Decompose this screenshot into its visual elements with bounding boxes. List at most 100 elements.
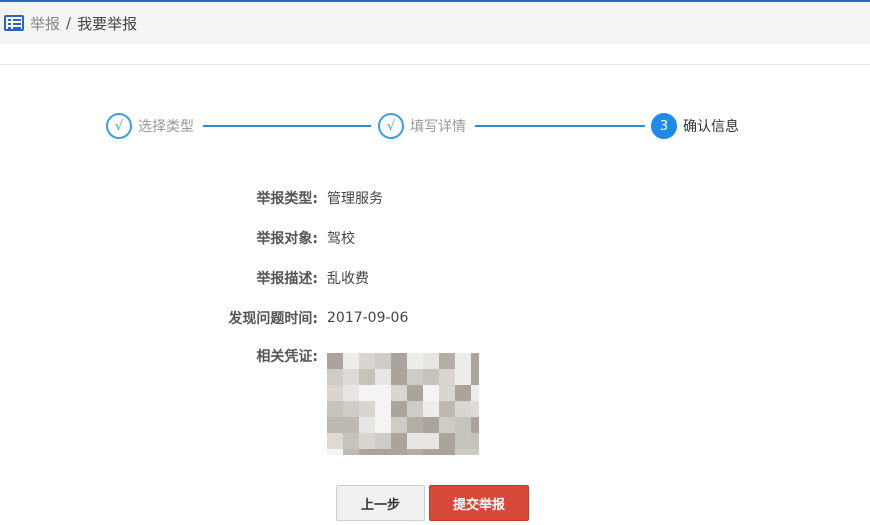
evidence-pixel: [407, 433, 423, 449]
evidence-pixel: [343, 449, 359, 455]
step-3-label: 确认信息: [683, 119, 739, 135]
step-2: √ 填写详情: [378, 112, 466, 140]
evidence-pixel: [327, 449, 343, 455]
step-3: 3 确认信息: [651, 112, 739, 140]
evidence-pixel: [471, 369, 479, 385]
detail-row-date: 发现问题时间: 2017-09-06: [0, 298, 870, 338]
breadcrumb-separator: /: [66, 14, 72, 32]
evidence-pixel: [423, 449, 439, 455]
evidence-pixel: [327, 369, 343, 385]
evidence-pixel: [359, 369, 375, 385]
breadcrumb-link[interactable]: 举报: [30, 13, 60, 34]
submit-report-button[interactable]: 提交举报: [429, 485, 529, 521]
evidence-pixel: [439, 369, 455, 385]
evidence-pixel: [423, 433, 439, 449]
evidence-pixel: [439, 401, 455, 417]
step-1: √ 选择类型: [106, 112, 194, 140]
prev-step-button[interactable]: 上一步: [336, 485, 425, 521]
evidence-pixel: [359, 401, 375, 417]
check-icon: √: [378, 113, 404, 139]
step-connector-2: [475, 125, 645, 127]
step-1-label: 选择类型: [138, 119, 194, 135]
type-label: 举报类型:: [256, 191, 318, 207]
list-icon: [4, 15, 24, 31]
evidence-pixel: [439, 433, 455, 449]
evidence-pixel: [343, 401, 359, 417]
evidence-pixel: [327, 353, 343, 369]
date-label: 发现问题时间:: [228, 311, 318, 327]
evidence-pixel: [375, 401, 391, 417]
evidence-pixel: [375, 433, 391, 449]
evidence-pixel: [423, 353, 439, 369]
evidence-pixel: [407, 401, 423, 417]
evidence-pixel: [343, 353, 359, 369]
evidence-pixel: [455, 417, 471, 433]
evidence-pixel: [439, 385, 455, 401]
type-value: 管理服务: [327, 191, 383, 207]
step-number-badge: 3: [651, 113, 677, 139]
evidence-pixel: [423, 369, 439, 385]
check-icon: √: [106, 113, 132, 139]
detail-row-description: 举报描述: 乱收费: [0, 258, 870, 298]
evidence-pixel: [359, 385, 375, 401]
evidence-pixel: [391, 433, 407, 449]
evidence-pixel: [343, 369, 359, 385]
breadcrumb-current: 我要举报: [77, 14, 138, 33]
evidence-pixel: [455, 401, 471, 417]
evidence-pixel: [407, 353, 423, 369]
evidence-pixel: [455, 353, 471, 369]
evidence-pixel: [391, 385, 407, 401]
evidence-pixel: [471, 353, 479, 369]
evidence-pixel: [423, 401, 439, 417]
evidence-pixel: [439, 417, 455, 433]
evidence-pixel: [359, 417, 375, 433]
target-label: 举报对象:: [256, 231, 318, 247]
evidence-label: 相关凭证:: [256, 349, 318, 365]
evidence-pixel: [327, 401, 343, 417]
page-header: 举报 / 我要举报: [0, 2, 870, 44]
evidence-pixel: [343, 417, 359, 433]
evidence-pixel: [375, 449, 391, 455]
evidence-pixel: [391, 449, 407, 455]
date-value: 2017-09-06: [327, 310, 409, 326]
evidence-pixel: [327, 385, 343, 401]
evidence-pixel: [407, 385, 423, 401]
evidence-pixel: [423, 385, 439, 401]
evidence-pixel: [455, 369, 471, 385]
evidence-pixel: [375, 369, 391, 385]
evidence-pixel: [343, 433, 359, 449]
evidence-pixel: [343, 385, 359, 401]
evidence-pixel: [391, 401, 407, 417]
detail-row-type: 举报类型: 管理服务: [0, 178, 870, 218]
description-label: 举报描述:: [256, 271, 318, 287]
evidence-pixel: [407, 417, 423, 433]
target-value: 驾校: [327, 231, 355, 247]
description-value: 乱收费: [327, 271, 369, 287]
detail-row-target: 举报对象: 驾校: [0, 218, 870, 258]
evidence-pixel: [471, 449, 479, 455]
evidence-pixel: [439, 449, 455, 455]
evidence-pixel: [471, 385, 479, 401]
step-progress: √ 选择类型 √ 填写详情 3 确认信息: [0, 112, 870, 140]
evidence-pixel: [439, 353, 455, 369]
evidence-pixel: [391, 369, 407, 385]
evidence-pixel: [391, 353, 407, 369]
evidence-pixel: [359, 433, 375, 449]
evidence-pixel: [375, 385, 391, 401]
evidence-image[interactable]: [327, 353, 479, 455]
step-2-label: 填写详情: [410, 119, 466, 135]
evidence-pixel: [471, 433, 479, 449]
evidence-pixel: [359, 353, 375, 369]
header-divider: [0, 64, 870, 65]
evidence-pixel: [375, 417, 391, 433]
evidence-pixel: [407, 449, 423, 455]
evidence-pixel: [327, 433, 343, 449]
evidence-pixel: [455, 433, 471, 449]
evidence-pixel: [407, 369, 423, 385]
evidence-pixel: [359, 449, 375, 455]
evidence-pixel: [471, 401, 479, 417]
evidence-pixel: [423, 417, 439, 433]
step-connector-1: [203, 125, 371, 127]
evidence-pixel: [455, 449, 471, 455]
evidence-pixel: [471, 417, 479, 433]
